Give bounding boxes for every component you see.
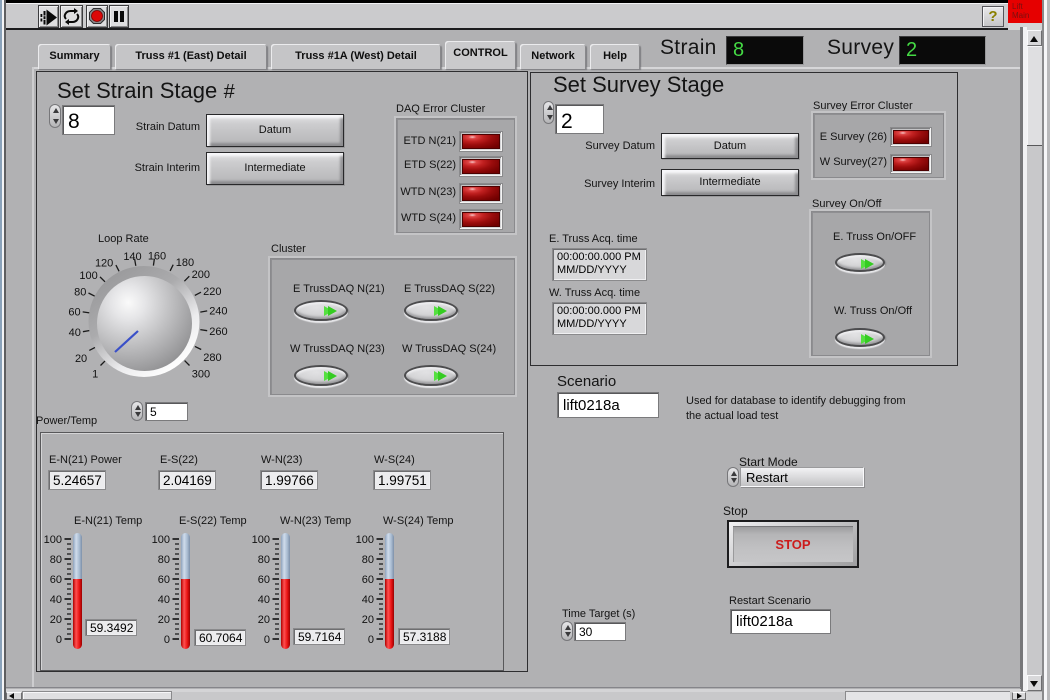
svg-text:200: 200 [192,269,210,281]
svg-text:260: 260 [209,326,227,338]
svg-text:60: 60 [68,307,80,319]
svg-text:40: 40 [69,327,81,339]
svg-text:300: 300 [192,369,210,381]
svg-text:280: 280 [203,352,221,364]
svg-text:1: 1 [92,369,98,381]
svg-text:180: 180 [176,257,194,269]
svg-text:160: 160 [148,251,166,263]
svg-text:140: 140 [123,251,141,263]
svg-text:20: 20 [75,353,87,365]
svg-text:100: 100 [79,270,97,282]
svg-text:220: 220 [203,286,221,298]
svg-text:120: 120 [95,258,113,270]
svg-text:240: 240 [209,306,227,318]
svg-text:80: 80 [74,287,86,299]
